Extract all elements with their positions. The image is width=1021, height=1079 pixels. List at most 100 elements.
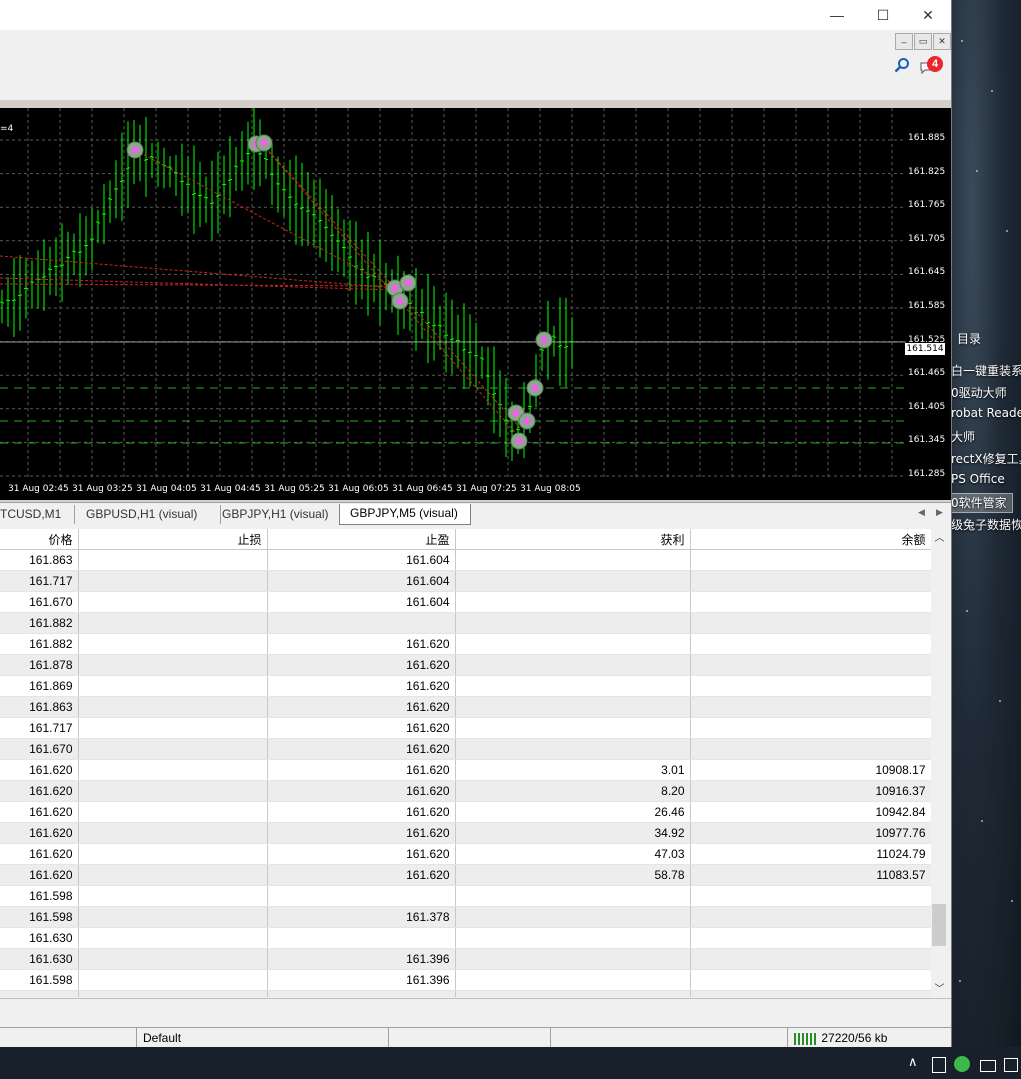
- tab-tcusd-m1[interactable]: TCUSD,M1: [0, 505, 75, 524]
- desktop-item-8[interactable]: 0软件管家: [951, 494, 1007, 511]
- table-row[interactable]: 161.620 161.620 58.78 11083.57: [0, 864, 931, 886]
- status-cell: [550, 1028, 786, 1048]
- table-row[interactable]: 161.620 161.620 26.46 10942.84: [0, 801, 931, 823]
- price-axis-label: 161.645: [908, 267, 946, 278]
- tab-gbpusd-h1[interactable]: GBPUSD,H1 (visual): [76, 505, 221, 524]
- table-cell: [690, 948, 931, 970]
- table-row[interactable]: 161.670 161.620: [0, 738, 931, 760]
- column-header-profit[interactable]: 获利: [455, 529, 691, 550]
- table-cell: 161.604: [267, 591, 456, 613]
- table-cell: 161.620: [267, 654, 456, 676]
- table-cell: 58.78: [455, 864, 691, 886]
- table-cell: [455, 969, 691, 991]
- table-row[interactable]: 161.878 161.620: [0, 654, 931, 676]
- desktop-item-3[interactable]: 0驱动大师: [951, 384, 1007, 401]
- app-window: — ☐ ✕ – ▭ ✕ 4 =4 161.885 161.825 161.765 16…: [0, 0, 952, 1048]
- traffic-text: 27220/56 kb: [821, 1031, 888, 1045]
- table-row[interactable]: 161.717 161.604: [0, 570, 931, 592]
- table-cell: 161.620: [267, 633, 456, 655]
- desktop-item-6[interactable]: rectX修复工具: [951, 450, 1021, 467]
- mdi-bar: – ▭ ✕: [0, 30, 951, 52]
- table-row[interactable]: 161.863 161.604: [0, 549, 931, 571]
- table-cell: 161.396: [267, 969, 456, 991]
- title-bar: — ☐ ✕: [0, 0, 951, 30]
- price-axis-label: 161.405: [908, 401, 946, 412]
- table-row[interactable]: 161.598 161.378: [0, 906, 931, 928]
- desktop-item-7[interactable]: PS Office: [951, 472, 1005, 486]
- column-header-take-profit[interactable]: 止盈: [267, 529, 456, 550]
- mdi-restore-button[interactable]: ▭: [914, 33, 932, 50]
- table-cell: [690, 738, 931, 760]
- table-cell: [690, 906, 931, 928]
- table-row[interactable]: 161.882: [0, 612, 931, 634]
- table-cell: [78, 885, 268, 907]
- table-row[interactable]: [0, 990, 931, 997]
- desktop-item-9[interactable]: 级兔子数据恢: [951, 516, 1021, 533]
- tabs-scroll-right-icon[interactable]: ▶: [936, 507, 943, 518]
- table-cell: 47.03: [455, 843, 691, 865]
- minimize-button[interactable]: —: [814, 0, 860, 30]
- table-cell: [78, 759, 268, 781]
- desktop-item-1[interactable]: 目录: [957, 330, 981, 347]
- column-header-balance[interactable]: 余额: [690, 529, 931, 550]
- close-button[interactable]: ✕: [905, 0, 951, 30]
- tray-chevron-icon[interactable]: ∧: [908, 1055, 918, 1070]
- network-icon[interactable]: [980, 1060, 996, 1072]
- table-row[interactable]: 161.717 161.620: [0, 717, 931, 739]
- tab-gbpjpy-m5[interactable]: GBPJPY,M5 (visual): [339, 504, 471, 525]
- scroll-up-icon[interactable]: ︿: [931, 529, 948, 546]
- table-cell: 10908.17: [690, 759, 931, 781]
- table-cell: [455, 570, 691, 592]
- tab-label: GBPJPY,M5 (visual): [350, 506, 458, 520]
- tray-app-icon[interactable]: [932, 1057, 946, 1073]
- table-row[interactable]: 161.630: [0, 927, 931, 949]
- table-row[interactable]: 161.598 161.396: [0, 969, 931, 991]
- column-header-price[interactable]: 价格: [0, 529, 79, 550]
- mdi-minimize-button[interactable]: –: [895, 33, 913, 50]
- table-row[interactable]: 161.620 161.620 8.20 10916.37: [0, 780, 931, 802]
- tab-label: GBPJPY,H1 (visual): [222, 507, 329, 521]
- search-icon[interactable]: [894, 57, 910, 73]
- scroll-down-icon[interactable]: ﹀: [931, 980, 948, 997]
- time-axis-label: 31 Aug 04:45: [200, 484, 261, 494]
- table-row[interactable]: 161.869 161.620: [0, 675, 931, 697]
- table-cell: [690, 885, 931, 907]
- table-cell: 161.878: [0, 654, 79, 676]
- desktop-item-2[interactable]: 白一键重装系: [951, 362, 1021, 379]
- price-axis-label: 161.765: [908, 200, 946, 211]
- table-cell: [78, 822, 268, 844]
- wechat-icon[interactable]: [954, 1056, 970, 1072]
- table-row[interactable]: 161.630 161.396: [0, 948, 931, 970]
- status-profile: Default: [136, 1028, 393, 1048]
- price-axis-label: 161.885: [908, 133, 946, 143]
- trade-line: [261, 143, 396, 289]
- table-cell: [78, 738, 268, 760]
- scrollbar-thumb[interactable]: [932, 904, 946, 946]
- table-cell: [78, 780, 268, 802]
- table-cell: [78, 906, 268, 928]
- tab-gbpjpy-h1[interactable]: GBPJPY,H1 (visual): [212, 505, 347, 524]
- desktop-item-4[interactable]: robat Reade: [951, 406, 1021, 420]
- table-row[interactable]: 161.882 161.620: [0, 633, 931, 655]
- table-cell: 161.620: [267, 801, 456, 823]
- table-cell: [267, 885, 456, 907]
- table-cell: 161.396: [267, 948, 456, 970]
- column-header-stop-loss[interactable]: 止损: [78, 529, 268, 550]
- tabs-scroll-left-icon[interactable]: ◀: [918, 507, 925, 518]
- mdi-close-button[interactable]: ✕: [933, 33, 951, 50]
- table-cell: [78, 549, 268, 571]
- notification-badge[interactable]: 4: [927, 56, 943, 72]
- table-row[interactable]: 161.863 161.620: [0, 696, 931, 718]
- table-cell: 11083.57: [690, 864, 931, 886]
- table-row[interactable]: 161.670 161.604: [0, 591, 931, 613]
- table-row[interactable]: 161.598: [0, 885, 931, 907]
- signal-bars-icon: [794, 1032, 818, 1045]
- table-cell: [267, 612, 456, 634]
- price-chart[interactable]: [0, 108, 906, 500]
- table-row[interactable]: 161.620 161.620 3.01 10908.17: [0, 759, 931, 781]
- desktop-item-5[interactable]: 大师: [951, 428, 975, 445]
- volume-icon[interactable]: [1004, 1058, 1018, 1072]
- table-row[interactable]: 161.620 161.620 34.92 10977.76: [0, 822, 931, 844]
- maximize-button[interactable]: ☐: [860, 0, 906, 30]
- table-row[interactable]: 161.620 161.620 47.03 11024.79: [0, 843, 931, 865]
